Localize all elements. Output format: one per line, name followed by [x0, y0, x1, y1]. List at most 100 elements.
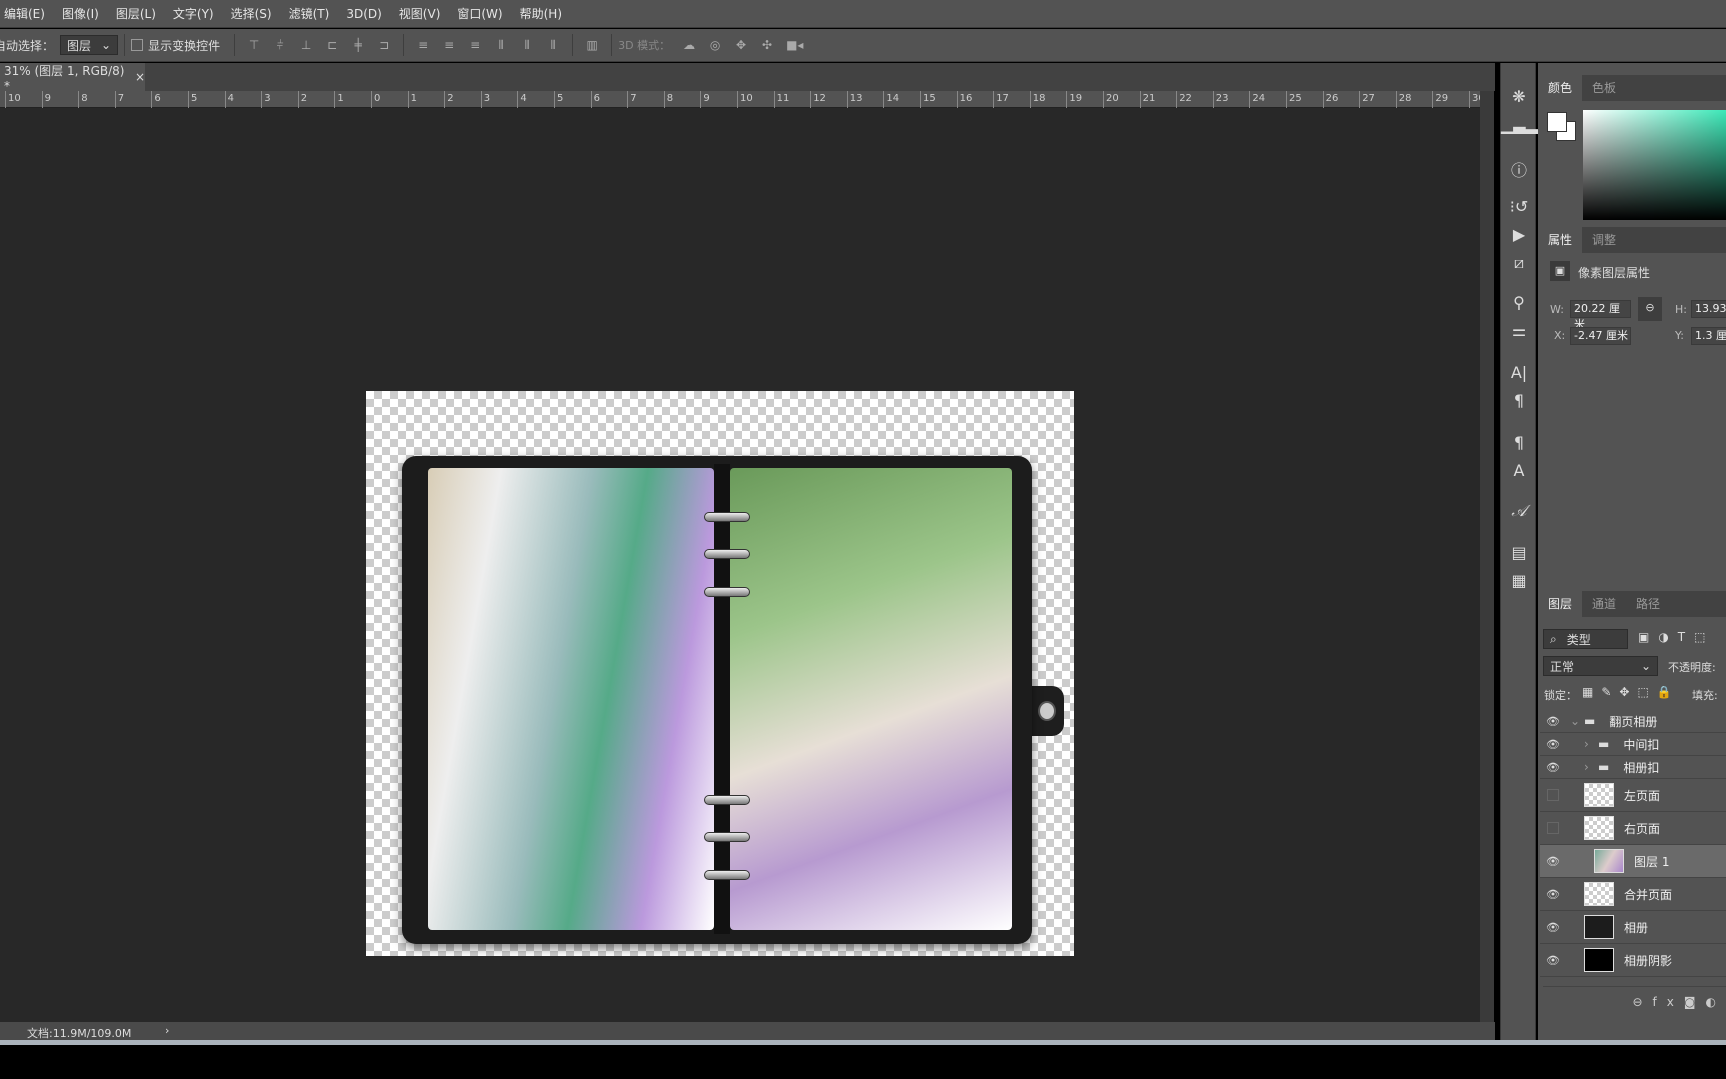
- visibility-toggle[interactable]: [1547, 822, 1559, 834]
- history-icon[interactable]: ⁝↺: [1501, 197, 1537, 216]
- eye-icon[interactable]: 👁: [1540, 888, 1566, 901]
- layer-row[interactable]: 👁 › ▬ 中间扣: [1540, 733, 1726, 756]
- eye-icon[interactable]: 👁: [1540, 761, 1566, 774]
- character-styles-icon[interactable]: A: [1501, 461, 1537, 480]
- tab-color[interactable]: 颜色: [1538, 75, 1583, 101]
- document-canvas[interactable]: [366, 391, 1074, 956]
- chevron-right-icon[interactable]: ›: [1584, 737, 1598, 751]
- tab-layers[interactable]: 图层: [1538, 591, 1583, 617]
- align-right-icon[interactable]: ⊐: [377, 38, 391, 52]
- menu-edit[interactable]: 编辑(E): [4, 5, 45, 22]
- tab-paths[interactable]: 路径: [1626, 591, 1670, 617]
- tab-adjustments[interactable]: 调整: [1582, 227, 1626, 253]
- brush-settings-icon[interactable]: ⚌: [1501, 321, 1537, 340]
- distribute-vcenter-icon[interactable]: ≡: [442, 38, 456, 52]
- document-tab[interactable]: 31% (图层 1, RGB/8) * ×: [0, 63, 145, 93]
- align-bottom-icon[interactable]: ⊥: [299, 38, 313, 52]
- layer-comps-icon[interactable]: ⧄: [1501, 253, 1537, 273]
- chevron-down-icon[interactable]: ⌄: [1570, 714, 1584, 728]
- layer-row[interactable]: 👁 › ▬ 相册扣: [1540, 756, 1726, 779]
- eye-icon[interactable]: 👁: [1540, 738, 1566, 751]
- tab-channels[interactable]: 通道: [1582, 591, 1626, 617]
- canvas-workspace[interactable]: [0, 108, 1480, 1022]
- menu-select[interactable]: 选择(S): [231, 5, 272, 22]
- notes-icon[interactable]: ▦: [1501, 571, 1537, 590]
- menu-window[interactable]: 窗口(W): [457, 5, 502, 22]
- align-vcenter-icon[interactable]: ⫩: [273, 38, 287, 52]
- navigator-icon[interactable]: ❋: [1501, 87, 1537, 106]
- menu-view[interactable]: 视图(V): [399, 5, 441, 22]
- color-picker-field[interactable]: [1583, 110, 1726, 220]
- auto-align-icon[interactable]: ▥: [585, 38, 599, 52]
- properties-panel-icon[interactable]: ▤: [1501, 543, 1537, 562]
- paragraph-icon[interactable]: ¶: [1501, 391, 1537, 410]
- ruler-label: 10: [740, 93, 753, 104]
- layer-row[interactable]: 👁 相册: [1540, 911, 1726, 944]
- layer-row[interactable]: 👁 相册阴影: [1540, 944, 1726, 977]
- fx-icon[interactable]: fx: [1653, 995, 1684, 1009]
- x-field[interactable]: -2.47 厘米: [1570, 327, 1631, 345]
- brush-presets-icon[interactable]: ⚲: [1501, 293, 1537, 312]
- close-icon[interactable]: ×: [135, 70, 145, 84]
- ruler-label: 8: [666, 93, 674, 104]
- layer-row[interactable]: 👁 ⌄ ▬ 翻页相册: [1540, 710, 1726, 733]
- menu-type[interactable]: 文字(Y): [173, 5, 214, 22]
- paragraph-styles-icon[interactable]: ¶: [1501, 433, 1537, 452]
- align-top-icon[interactable]: ⊤: [247, 38, 261, 52]
- blend-mode-dropdown[interactable]: 正常 ⌄: [1543, 656, 1658, 676]
- distribute-hcenter-icon[interactable]: ⫴: [520, 38, 534, 52]
- histogram-icon[interactable]: ▁▃▂: [1501, 115, 1538, 134]
- status-menu-arrow[interactable]: ›: [165, 1024, 169, 1037]
- eye-icon[interactable]: 👁: [1540, 954, 1566, 967]
- lock-icons[interactable]: ▦✎✥⬚🔒: [1582, 685, 1680, 699]
- show-transform-checkbox[interactable]: [131, 39, 144, 51]
- distribute-bottom-icon[interactable]: ≡: [468, 38, 482, 52]
- layer-thumbnail: [1584, 882, 1614, 906]
- layer-filter-dropdown[interactable]: ⌕ 类型: [1543, 629, 1628, 649]
- auto-select-dropdown[interactable]: 图层 ⌄: [60, 35, 119, 55]
- info-icon[interactable]: ⓘ: [1501, 157, 1537, 181]
- 3d-slide-icon[interactable]: ✣: [760, 38, 774, 52]
- y-field[interactable]: 1.3 厘: [1691, 327, 1726, 345]
- menu-layer[interactable]: 图层(L): [116, 5, 156, 22]
- layer-name: 相册阴影: [1624, 953, 1673, 968]
- visibility-toggle[interactable]: [1547, 789, 1559, 801]
- layer-row[interactable]: 👁 合并页面: [1540, 878, 1726, 911]
- link-layers-icon[interactable]: ⊖: [1632, 995, 1652, 1009]
- layer-row[interactable]: 👁 图层 1: [1540, 845, 1726, 878]
- actions-play-icon[interactable]: ▶: [1501, 225, 1537, 244]
- eye-icon[interactable]: 👁: [1540, 715, 1566, 728]
- 3d-orbit-icon[interactable]: ☁: [682, 38, 696, 52]
- 3d-pan-icon[interactable]: ✥: [734, 38, 748, 52]
- vertical-scrollbar[interactable]: [1480, 91, 1494, 1022]
- align-left-icon[interactable]: ⊏: [325, 38, 339, 52]
- foreground-color-swatch[interactable]: [1547, 112, 1567, 132]
- glyphs-icon[interactable]: 𝒜: [1501, 501, 1537, 521]
- eye-icon[interactable]: 👁: [1540, 921, 1566, 934]
- align-hcenter-icon[interactable]: ╪: [351, 38, 365, 52]
- chevron-right-icon[interactable]: ›: [1584, 760, 1598, 774]
- ruler-tick: [700, 91, 702, 108]
- menu-image[interactable]: 图像(I): [62, 5, 99, 22]
- width-field[interactable]: 20.22 厘米: [1570, 300, 1631, 331]
- layer-row[interactable]: 右页面: [1540, 812, 1726, 845]
- height-field[interactable]: 13.93: [1691, 300, 1726, 318]
- distribute-top-icon[interactable]: ≡: [416, 38, 430, 52]
- tab-swatches[interactable]: 色板: [1582, 75, 1626, 101]
- distribute-left-icon[interactable]: ⫴: [494, 38, 508, 52]
- menu-3d[interactable]: 3D(D): [346, 7, 381, 21]
- menu-help[interactable]: 帮助(H): [520, 5, 562, 22]
- tab-properties[interactable]: 属性: [1538, 227, 1583, 253]
- 3d-roll-icon[interactable]: ◎: [708, 38, 722, 52]
- menu-filter[interactable]: 滤镜(T): [289, 5, 330, 22]
- distribute-right-icon[interactable]: ⫴: [546, 38, 560, 52]
- ruler-tick: [1322, 91, 1324, 108]
- add-mask-icon[interactable]: ◙: [1684, 995, 1706, 1009]
- adjustment-layer-icon[interactable]: ◐: [1706, 995, 1726, 1009]
- link-icon[interactable]: ⊖: [1638, 297, 1662, 321]
- character-icon[interactable]: A|: [1501, 363, 1537, 382]
- 3d-camera-icon[interactable]: ■◂: [786, 38, 803, 52]
- layer-row[interactable]: 左页面: [1540, 779, 1726, 812]
- filter-type-icons[interactable]: ▣◑T⬚: [1638, 630, 1714, 644]
- eye-icon[interactable]: 👁: [1540, 855, 1566, 868]
